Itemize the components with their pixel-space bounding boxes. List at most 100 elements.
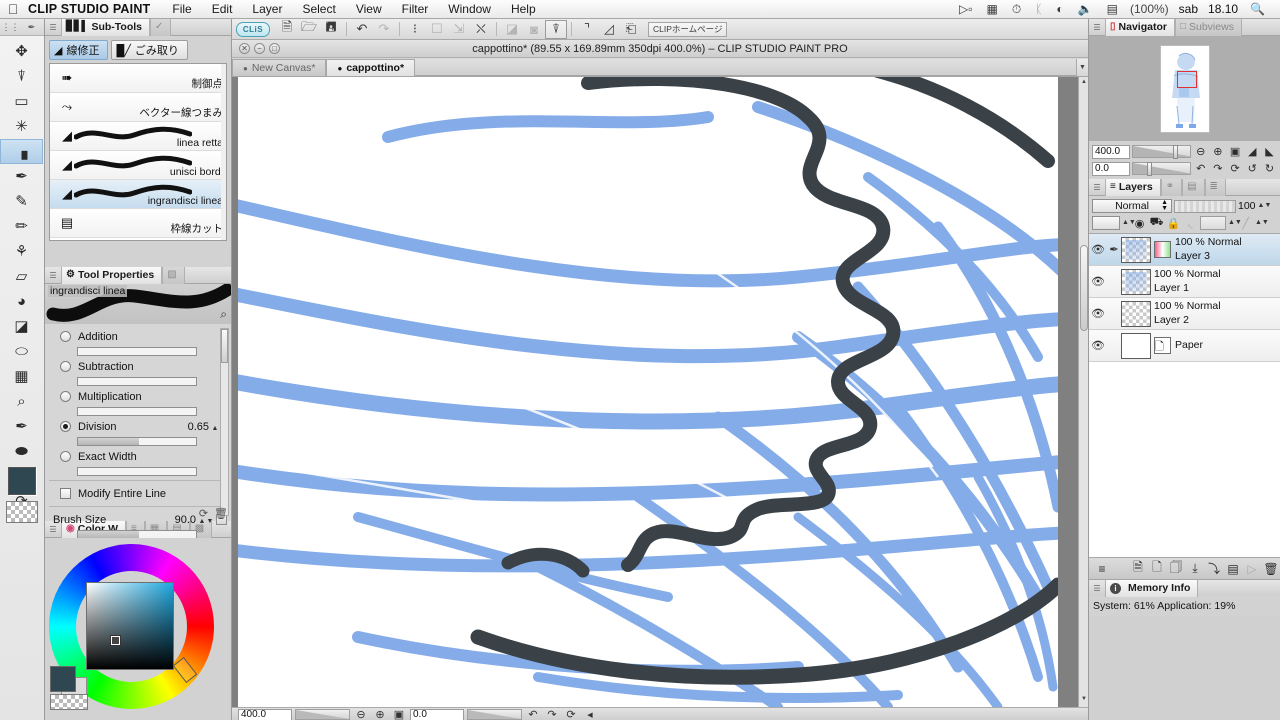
fit-to-screen-icon[interactable]: ▣ <box>1227 145 1242 158</box>
zoom-in-icon[interactable]: ⊕ <box>1210 145 1225 158</box>
volume-icon[interactable]: 🔈 <box>1071 3 1100 15</box>
new-file-icon[interactable]: 🗎 <box>276 19 298 39</box>
subtool-item-control-point[interactable]: ➠ 制御点 <box>50 64 226 93</box>
gradient-tool[interactable]: ⬭ <box>0 339 43 364</box>
tab-cappottino[interactable]: ● cappottino* <box>326 59 416 76</box>
slider-division[interactable] <box>45 436 231 447</box>
navigator-zoom-field[interactable]: 400.0 <box>1092 144 1131 159</box>
blend-tool[interactable]: ◕ <box>0 289 43 314</box>
lock-icon[interactable]: 🔒 <box>1166 217 1181 230</box>
menu-select[interactable]: Select <box>292 2 345 16</box>
prop-subtraction[interactable]: Subtraction <box>45 357 231 376</box>
airplay-icon[interactable]: ▦ <box>980 3 1005 15</box>
subtool-item-unisci-bordi[interactable]: ◢ unisci bordi <box>50 151 226 180</box>
balloon-tool[interactable]: ✒ <box>0 414 43 439</box>
zoom-out-icon[interactable]: ⊖ <box>353 708 369 720</box>
screen-record-icon[interactable]: ▷▫ <box>952 3 979 15</box>
layer-color-icon[interactable] <box>1092 216 1120 230</box>
menu-layer[interactable]: Layer <box>242 2 292 16</box>
radio-subtraction[interactable] <box>60 361 71 372</box>
new-layer-folder-icon[interactable]: 🗋 <box>1148 558 1166 579</box>
ruler-snap-icon[interactable]: ⌝ <box>576 20 598 39</box>
layer-color-stepper[interactable]: ▲▼ <box>1122 219 1136 226</box>
subtool-list-scrollbar[interactable] <box>221 64 226 240</box>
navigator-preview[interactable] <box>1089 36 1280 141</box>
tab-animation[interactable]: ⚭ <box>1160 178 1183 196</box>
merge-down-icon[interactable]: ⤓ <box>1186 561 1204 576</box>
slider-track[interactable] <box>77 467 197 476</box>
layer-row-paper[interactable]: 👁 🗋 Paper <box>1089 330 1280 362</box>
slider-subtraction[interactable] <box>45 376 231 387</box>
opacity-stepper[interactable]: ▲▼ <box>1258 202 1272 209</box>
subtool-item-vector-pinch[interactable]: ⤳ ベクター線つまみ <box>50 93 226 122</box>
tool-icon[interactable]: ✒ <box>21 22 42 33</box>
radio-multiplication[interactable] <box>60 391 71 402</box>
rotate-right-icon[interactable]: ↷ <box>544 708 560 720</box>
prop-addition[interactable]: Addition <box>45 327 231 346</box>
rotate-snap-icon[interactable]: ↻ <box>1262 162 1277 175</box>
new-raster-layer-icon[interactable]: 🗎 <box>1129 558 1147 579</box>
subtool-item-ingrandisci-linea[interactable]: ◢ ingrandisci linea <box>50 180 226 209</box>
menu-view[interactable]: View <box>346 2 392 16</box>
visibility-eye-icon[interactable]: 👁 <box>1089 275 1107 288</box>
flip-horizontal-icon[interactable]: ◢ <box>1245 145 1260 158</box>
eraser-tool[interactable]: ▱ <box>0 264 43 289</box>
perspective-snap-icon[interactable]: ◿ <box>598 20 620 39</box>
wifi-icon[interactable]: ◐ <box>1049 3 1070 15</box>
redo-icon[interactable]: ↷ <box>373 20 395 39</box>
zoom-value-field[interactable]: 400.0 <box>238 708 292 720</box>
navigator-zoom-slider[interactable] <box>1132 145 1194 159</box>
fill-selection-icon[interactable]: ☐ <box>426 20 448 39</box>
slider-handle[interactable] <box>1173 145 1179 159</box>
tab-new-canvas[interactable]: ● New Canvas* <box>232 59 327 76</box>
slider-track[interactable] <box>77 407 197 416</box>
foreground-color-chip[interactable] <box>8 467 36 495</box>
menu-window[interactable]: Window <box>438 2 501 16</box>
frame-tool[interactable]: ⌕ <box>0 389 43 414</box>
panel-menu-icon[interactable]: ☰ <box>1089 23 1105 32</box>
menubar-app-name[interactable]: CLIP STUDIO PAINT <box>26 2 162 16</box>
tab-overflow-icon[interactable]: ▼ <box>1076 59 1088 76</box>
rotation-slider[interactable] <box>467 709 522 720</box>
slider-track[interactable] <box>77 437 197 446</box>
slider-track[interactable] <box>77 377 197 386</box>
visibility-eye-icon[interactable]: 👁 <box>1089 339 1107 352</box>
reset-rotation-icon[interactable]: ⟳ <box>1227 162 1242 175</box>
transparent-color-swatch[interactable] <box>50 694 88 710</box>
panel-menu-icon[interactable]: ☰ <box>45 23 61 32</box>
canvas-vertical-scrollbar[interactable]: ▲ ▼ <box>1078 77 1088 707</box>
subtool-list[interactable]: ➠ 制御点 ⤳ ベクター線つまみ ◢ linea retta ◢ unisci … <box>49 63 227 241</box>
layers-menu-icon[interactable]: ≡ <box>1093 562 1111 576</box>
layer-row-1[interactable]: 👁 100 % Normal Layer 1 <box>1089 266 1280 298</box>
subtool-category-line-correction[interactable]: ◢ 線修正 <box>49 40 109 60</box>
blend-mode-select[interactable]: Normal ▲ ▼ <box>1092 199 1172 213</box>
color-wheel-stage[interactable] <box>45 538 231 716</box>
layer-row-2[interactable]: 👁 100 % Normal Layer 2 <box>1089 298 1280 330</box>
search-icon[interactable]: 🔍 <box>1243 3 1272 15</box>
correct-line-tool[interactable]: ▗ <box>0 139 43 164</box>
airbrush-tool[interactable]: ⚘ <box>0 239 43 264</box>
selection-tool[interactable]: ▭ <box>0 89 43 114</box>
navigator-rotation-slider[interactable] <box>1132 162 1194 176</box>
navigator-viewport-rect[interactable] <box>1176 70 1197 88</box>
pencil-tool[interactable]: ✏ <box>0 214 43 239</box>
panel-menu-icon[interactable]: ☰ <box>1089 584 1105 593</box>
rotate-left-icon[interactable]: ↶ <box>1193 162 1208 175</box>
tab-navigator[interactable]: ▯ Navigator <box>1105 18 1175 36</box>
artwork-canvas[interactable] <box>238 77 1058 707</box>
bluetooth-icon[interactable]: ᛕ <box>1028 3 1049 15</box>
radio-division[interactable] <box>60 421 71 432</box>
fill-tool[interactable]: ◪ <box>0 314 43 339</box>
menu-file[interactable]: File <box>162 2 201 16</box>
figure-tool[interactable]: ▦ <box>0 364 43 389</box>
tab-subtools[interactable]: ▊▋▌ Sub-Tools <box>61 18 151 36</box>
panel-menu-icon[interactable]: ☰ <box>45 271 61 280</box>
saturation-value-square[interactable] <box>86 582 174 670</box>
prop-division[interactable]: Division 0.65 ▲▼ <box>45 417 231 436</box>
move-tool[interactable]: ✥ <box>0 39 43 64</box>
tab-timeline[interactable]: ▤ <box>1182 178 1205 196</box>
zoom-out-icon[interactable]: ⊖ <box>1193 145 1208 158</box>
slider-track[interactable] <box>77 347 197 356</box>
select-all-icon[interactable]: ⛌ <box>470 20 492 39</box>
scrollbar-thumb[interactable] <box>221 329 228 363</box>
